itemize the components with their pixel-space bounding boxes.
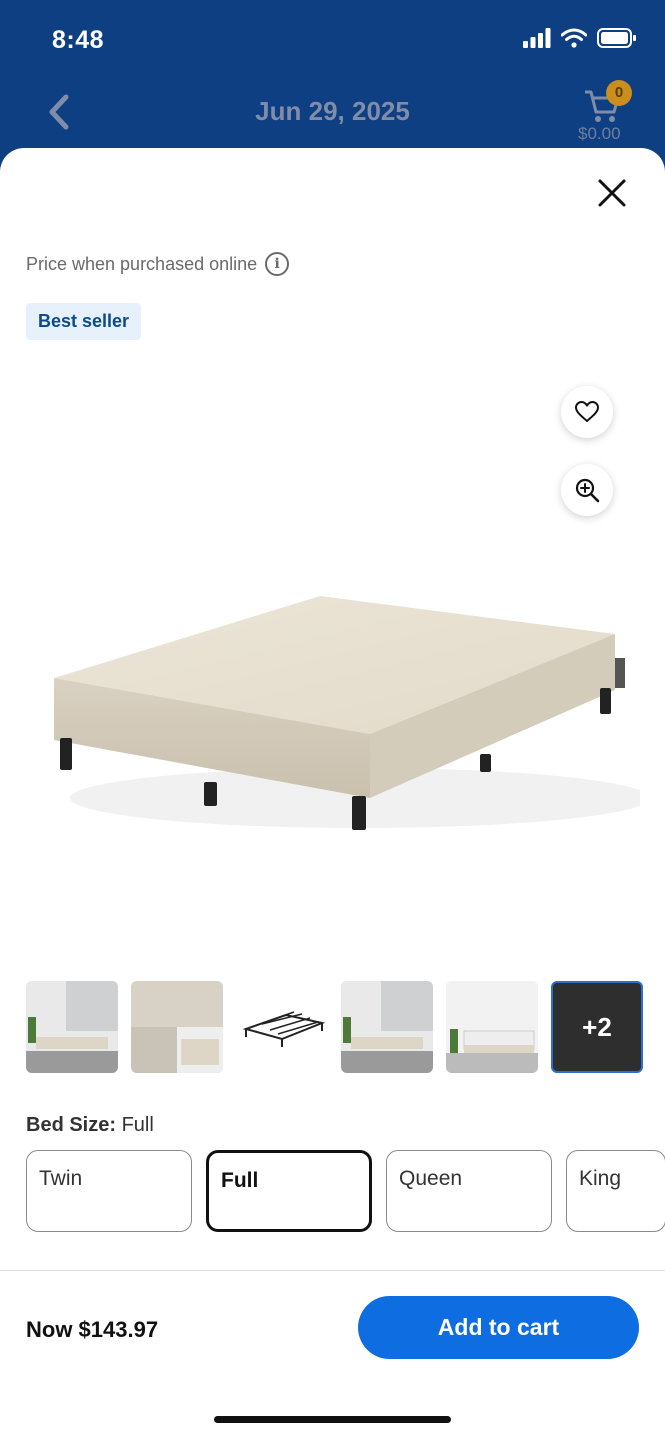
cart-button[interactable]: 0 $0.00: [578, 80, 638, 150]
size-option-twin[interactable]: Twin: [26, 1150, 192, 1232]
best-seller-badge: Best seller: [26, 303, 142, 340]
zoom-button[interactable]: [561, 464, 613, 516]
header-date: Jun 29, 2025: [255, 96, 410, 126]
thumbnail-4[interactable]: [341, 981, 433, 1073]
favorite-button[interactable]: [561, 386, 613, 438]
app-header: 8:48 Jun 29, 2025 0 $0.00: [0, 0, 665, 170]
thumbnail-strip: +2: [26, 981, 643, 1073]
info-icon[interactable]: i: [265, 252, 290, 276]
thumbnail-3[interactable]: [236, 981, 328, 1073]
thumbnail-2[interactable]: [131, 981, 223, 1073]
price-note: Price when purchased online i: [26, 252, 290, 276]
thumbnail-1[interactable]: [26, 981, 118, 1073]
size-option-king[interactable]: King: [566, 1150, 665, 1232]
size-option-full[interactable]: Full: [206, 1150, 372, 1232]
now-price: Now $143.97: [26, 1317, 159, 1342]
battery-icon: [597, 28, 636, 48]
home-indicator[interactable]: [214, 1416, 451, 1423]
wifi-icon: [561, 28, 587, 48]
signal-icon: [523, 28, 551, 48]
size-options: Twin Full Queen King: [26, 1150, 665, 1232]
cart-total: $0.00: [578, 124, 621, 143]
size-option-queen[interactable]: Queen: [386, 1150, 552, 1232]
close-icon[interactable]: [597, 178, 627, 208]
bed-size-value: Full: [116, 1114, 154, 1136]
cart-count-badge: 0: [606, 80, 632, 106]
add-to-cart-button[interactable]: Add to cart: [358, 1296, 639, 1359]
footer-divider: [0, 1270, 665, 1271]
thumbnail-more[interactable]: +2: [551, 981, 643, 1073]
status-icons: [523, 28, 637, 48]
price-note-text: Price when purchased online: [26, 253, 258, 274]
status-time: 8:48: [52, 26, 105, 54]
heart-icon: [575, 401, 599, 422]
bed-size-key: Bed Size:: [26, 1114, 117, 1136]
product-sheet: Price when purchased online i Best selle…: [0, 148, 665, 1440]
bed-size-label: Bed Size: Full: [26, 1114, 154, 1137]
product-image[interactable]: [40, 568, 640, 868]
zoom-in-icon: [575, 478, 600, 503]
thumbnail-5[interactable]: [446, 981, 538, 1073]
